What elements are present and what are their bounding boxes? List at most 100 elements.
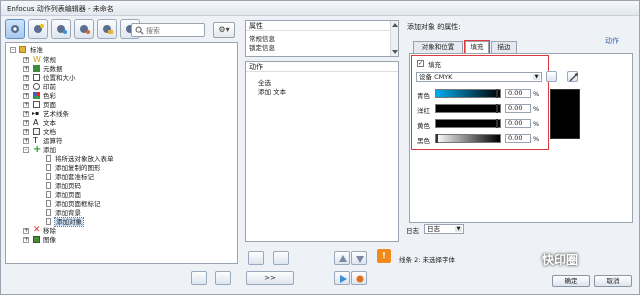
slider-thumb[interactable] [496, 119, 498, 128]
chevron-down-icon: ▼ [455, 226, 462, 232]
actions-item[interactable]: 添加 文本 [258, 86, 286, 96]
yellow-slider[interactable] [435, 119, 501, 128]
properties-scrollbar[interactable] [390, 21, 398, 56]
expand-icon[interactable]: + [23, 75, 29, 81]
expand-icon[interactable]: + [23, 66, 29, 72]
document-icon [46, 191, 51, 198]
colorspace-value: 设备 CMYK [419, 73, 453, 81]
remove-action-button[interactable] [273, 251, 289, 265]
log-value: 日志 [427, 225, 440, 233]
fill-label: 填充 [428, 61, 441, 69]
log-label: 日志 [406, 227, 419, 235]
properties-item[interactable]: 锁定信息 [249, 42, 275, 52]
position-icon [33, 74, 40, 81]
operator-icon: T [33, 136, 38, 145]
w-icon: W [33, 55, 41, 64]
magenta-slider[interactable] [435, 104, 501, 113]
document-icon [46, 173, 51, 180]
expand-icon[interactable]: + [23, 93, 29, 99]
folder-icon [19, 46, 26, 53]
line-art-icon: ▸▪ [32, 110, 40, 117]
collapse-icon[interactable]: - [10, 47, 16, 53]
black-unit: % [533, 135, 540, 143]
cyan-slider[interactable] [435, 89, 501, 98]
yellow-value[interactable]: 0.00 [505, 119, 531, 128]
color-icon [33, 92, 40, 99]
triangle-down-icon [356, 256, 364, 263]
document-icon [46, 200, 51, 207]
expand-icon[interactable]: + [23, 111, 29, 117]
expand-icon[interactable]: + [23, 237, 29, 243]
log-select[interactable]: 日志 ▼ [424, 224, 464, 234]
slider-thumb[interactable] [496, 89, 498, 98]
tab-object-position[interactable]: 对象和位置 [413, 41, 463, 53]
document-icon [46, 218, 51, 225]
color-picker-button[interactable] [546, 71, 557, 82]
properties-title: 添加对象 的属性: [407, 23, 461, 31]
metadata-icon [33, 65, 40, 72]
slider-thumb[interactable] [436, 134, 438, 143]
gear-folder-icon [103, 25, 113, 34]
stop-button[interactable] [351, 271, 367, 285]
scroll-down-icon[interactable] [392, 50, 398, 54]
yellow-unit: % [533, 120, 540, 128]
shared-button[interactable] [74, 19, 94, 39]
gear-star-icon [34, 24, 44, 33]
add-action-button[interactable] [248, 251, 264, 265]
expand-icon[interactable]: + [23, 138, 29, 144]
chevron-down-icon: ▼ [533, 74, 540, 80]
warning-icon: ! [377, 249, 391, 263]
expand-icon[interactable]: + [23, 84, 29, 90]
gear-icon [11, 25, 19, 33]
color-swatch [550, 89, 580, 139]
search-input[interactable] [146, 25, 202, 36]
gear-people-icon [80, 25, 90, 34]
slider-thumb[interactable] [496, 104, 498, 113]
fill-checkbox[interactable]: ✓ [417, 60, 424, 67]
black-value[interactable]: 0.00 [505, 134, 531, 143]
cyan-unit: % [533, 90, 540, 98]
magenta-label: 洋红 [417, 107, 430, 115]
document-icon [46, 155, 51, 162]
eyedropper-button[interactable] [567, 71, 578, 82]
tab-stroke[interactable]: 描边 [491, 41, 517, 53]
gear-clock-icon [57, 25, 67, 34]
collapse-icon[interactable]: - [23, 147, 29, 153]
gear-icon: ⚙▾ [218, 25, 230, 34]
move-down-button[interactable] [351, 251, 367, 265]
scroll-up-icon[interactable] [392, 23, 398, 27]
plus-icon: + [33, 144, 42, 155]
expand-icon[interactable]: + [23, 129, 29, 135]
expand-icon[interactable]: + [23, 228, 29, 234]
run-button[interactable] [334, 271, 350, 285]
favorites-button[interactable] [28, 19, 48, 39]
cancel-button[interactable]: 取消 [594, 275, 632, 287]
magenta-value[interactable]: 0.00 [505, 104, 531, 113]
forward-button[interactable]: >> [246, 271, 294, 285]
document-icon [33, 128, 40, 135]
actions-list: 动作 全选 添加 文本 [245, 61, 399, 242]
settings-dropdown[interactable]: ⚙▾ [213, 22, 235, 38]
expand-icon[interactable]: + [23, 102, 29, 108]
search-field[interactable] [131, 23, 205, 37]
play-icon [340, 275, 347, 283]
prepress-icon [33, 83, 40, 90]
local-button[interactable] [97, 19, 117, 39]
colorspace-select[interactable]: 设备 CMYK ▼ [416, 72, 542, 82]
properties-header: 属性 [246, 21, 398, 31]
triangle-up-icon [339, 255, 347, 262]
library-button[interactable] [5, 19, 25, 39]
import-button[interactable] [191, 271, 207, 285]
actions-link[interactable]: 动作 [605, 36, 619, 46]
expand-icon[interactable]: + [23, 57, 29, 63]
cyan-label: 青色 [417, 92, 430, 100]
window-title: Enfocus 动作列表编辑器 - 未命名 [7, 5, 114, 13]
black-slider[interactable] [435, 134, 501, 143]
cyan-value[interactable]: 0.00 [505, 89, 531, 98]
tree-settings-button[interactable] [215, 271, 231, 285]
move-up-button[interactable] [334, 251, 350, 265]
recent-button[interactable] [51, 19, 71, 39]
ok-button[interactable]: 确定 [552, 275, 590, 287]
expand-icon[interactable]: + [23, 120, 29, 126]
image-icon [33, 236, 40, 243]
